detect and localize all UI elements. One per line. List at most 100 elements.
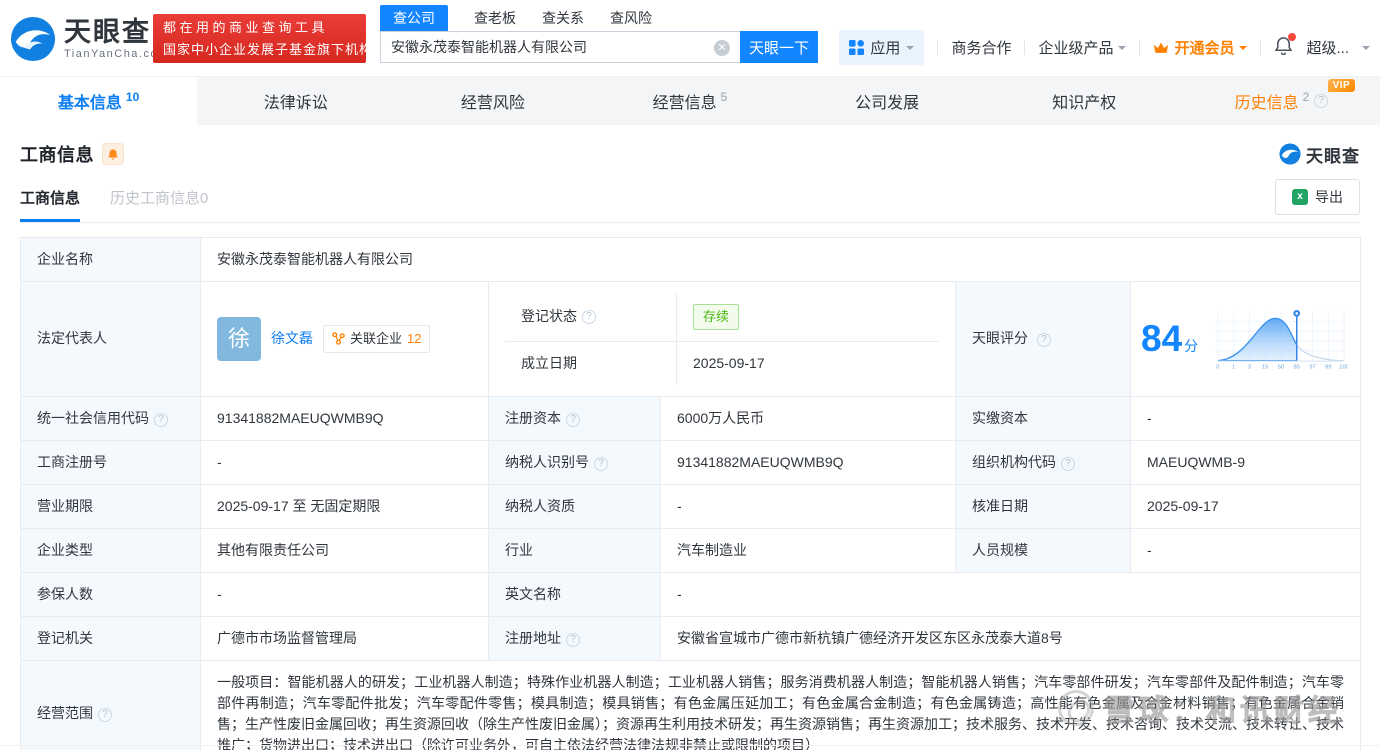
help-icon[interactable]: ? xyxy=(1061,456,1075,471)
top-header: 天眼查 TianYanCha.com 都在用的商业查询工具 国家中小企业发展子基… xyxy=(0,0,1380,76)
credit-code-label-cell: 统一社会信用代码? xyxy=(20,395,201,441)
subtab-history-registration[interactable]: 历史工商信息0 xyxy=(110,181,208,222)
nav-open-vip[interactable]: 开通会员 xyxy=(1153,37,1248,58)
help-icon[interactable]: ? xyxy=(582,309,596,324)
credit-code-label: 统一社会信用代码 xyxy=(37,409,149,426)
crown-icon xyxy=(1154,42,1169,53)
company-type-value: 其他有限责任公司 xyxy=(200,527,489,573)
help-icon[interactable]: ? xyxy=(1036,333,1051,348)
legal-rep-avatar[interactable]: 徐 xyxy=(217,316,261,361)
taxpayer-quality-value: - xyxy=(660,483,956,529)
apps-grid-icon xyxy=(849,40,865,55)
help-icon[interactable]: ? xyxy=(1314,94,1329,108)
table-row: 统一社会信用代码? 91341882MAEUQWMB9Q 注册资本? 6000万… xyxy=(20,395,1362,441)
reg-number-label: 工商注册号 xyxy=(20,439,201,485)
industry-value: 汽车制造业 xyxy=(660,527,956,573)
org-code-label: 组织机构代码 xyxy=(972,453,1056,470)
svg-text:85: 85 xyxy=(1294,364,1300,370)
divider xyxy=(937,40,939,55)
notifications-bell-icon[interactable] xyxy=(1274,33,1297,59)
reg-authority-label: 登记机关 xyxy=(20,615,201,661)
business-scope-label: 经营范围 xyxy=(37,705,93,721)
establish-date-label-cell: 成立日期 xyxy=(505,341,677,385)
staff-size-value: - xyxy=(1129,527,1362,573)
divider xyxy=(1260,40,1262,55)
org-code-value: MAEUQWMB-9 xyxy=(1129,439,1362,485)
apps-label: 应用 xyxy=(870,40,901,57)
reg-status-label-cell: 登记状态 ? xyxy=(505,293,677,342)
subscribe-bell-icon[interactable] xyxy=(102,143,124,165)
credit-code-value: 91341882MAEUQWMB9Q xyxy=(200,395,489,441)
reg-address-value: 安徽省宣城市广德市新杭镇广德经济开发区东区永茂泰大道8号 xyxy=(659,615,1362,661)
search-tab-relation[interactable]: 查关系 xyxy=(542,8,584,31)
site-logo[interactable]: 天眼查 TianYanCha.com xyxy=(10,16,169,62)
svg-text:3: 3 xyxy=(1248,364,1251,370)
reg-address-label: 注册地址 xyxy=(505,629,561,646)
establish-date-value-cell: 2025-09-17 xyxy=(677,342,939,385)
score-label-cell: 天眼评分 ? xyxy=(955,281,1131,397)
taxpayer-quality-label: 纳税人资质 xyxy=(488,483,661,529)
search-tab-risk[interactable]: 查风险 xyxy=(610,8,652,31)
search-button[interactable]: 天眼一下 xyxy=(740,31,818,63)
table-row: 参保人数 - 英文名称 - xyxy=(20,571,1362,617)
search-tab-boss[interactable]: 查老板 xyxy=(474,8,516,31)
svg-text:15: 15 xyxy=(1262,364,1268,370)
tab-basic-info[interactable]: 基本信息 10 xyxy=(0,77,198,125)
approval-date-value: 2025-09-17 xyxy=(1129,483,1362,529)
table-row: 法定代表人 徐 徐文磊 关联企业 12 登记状态 ? 存续 成立日期 2025-… xyxy=(20,281,1362,397)
legal-rep-name-link[interactable]: 徐文磊 xyxy=(271,328,313,349)
subtabs-row: 工商信息 历史工商信息0 x 导出 xyxy=(20,179,1360,223)
chevron-down-icon xyxy=(1118,45,1127,54)
status-badge: 存续 xyxy=(693,304,740,330)
related-companies-badge[interactable]: 关联企业 12 xyxy=(323,325,431,353)
help-icon[interactable]: ? xyxy=(594,456,608,471)
taxpayer-id-value: 91341882MAEUQWMB9Q xyxy=(660,439,956,485)
tab-history-info[interactable]: VIP 历史信息 2 ? xyxy=(1183,77,1380,125)
tab-legal-proceedings[interactable]: 法律诉讼 xyxy=(197,77,394,125)
tab-label: 公司发展 xyxy=(855,95,920,112)
chevron-down-icon xyxy=(1362,45,1370,54)
reg-capital-label: 注册资本 xyxy=(505,409,561,426)
table-row: 营业期限 2025-09-17 至 无固定期限 纳税人资质 - 核准日期 202… xyxy=(20,483,1362,529)
export-button[interactable]: x 导出 xyxy=(1275,179,1360,215)
network-icon xyxy=(332,332,345,345)
subtab-business-registration[interactable]: 工商信息 xyxy=(20,181,81,222)
corner-logo-text: 天眼查 xyxy=(1306,146,1360,166)
search-tab-company[interactable]: 查公司 xyxy=(380,5,448,31)
help-icon[interactable]: ? xyxy=(566,632,580,647)
tianyancha-swirl-icon xyxy=(1279,143,1301,165)
tab-label: 基本信息 xyxy=(57,95,122,112)
business-scope-label-cell: 经营范围? xyxy=(20,659,201,750)
banner-line2: 国家中小企业发展子基金旗下机构 xyxy=(163,41,374,57)
nav-enterprise-products[interactable]: 企业级产品 xyxy=(1038,37,1127,58)
export-label: 导出 xyxy=(1315,189,1343,205)
apps-menu[interactable]: 应用 xyxy=(839,30,925,65)
svg-text:50: 50 xyxy=(1278,364,1284,370)
excel-icon: x xyxy=(1292,189,1308,205)
help-icon[interactable]: ? xyxy=(98,708,112,722)
search-input[interactable] xyxy=(381,32,740,62)
org-code-label-cell: 组织机构代码? xyxy=(955,439,1131,485)
tab-label: 知识产权 xyxy=(1052,95,1117,112)
reg-number-value: - xyxy=(200,439,489,485)
tab-company-development[interactable]: 公司发展 xyxy=(789,77,986,125)
divider xyxy=(1139,40,1141,55)
taxpayer-id-label: 纳税人识别号 xyxy=(505,453,589,470)
tianyan-score[interactable]: 84 分 0 1 3 15 50 85 97 99 100 xyxy=(1141,307,1350,371)
chevron-down-icon xyxy=(1239,45,1248,54)
help-icon[interactable]: ? xyxy=(154,412,168,427)
tab-intellectual-property[interactable]: 知识产权 xyxy=(986,77,1183,125)
clear-search-icon[interactable]: ✕ xyxy=(714,40,730,56)
user-account[interactable]: 超级... xyxy=(1306,37,1349,58)
corner-watermark-logo: 天眼查 xyxy=(1279,142,1360,167)
tab-operational-risk[interactable]: 经营风险 xyxy=(394,77,591,125)
divider xyxy=(1024,40,1026,55)
legal-rep-label: 法定代表人 xyxy=(20,281,201,397)
tab-count: 10 xyxy=(125,90,140,104)
promo-banner: 都在用的商业查询工具 国家中小企业发展子基金旗下机构 xyxy=(153,14,374,63)
help-icon[interactable]: ? xyxy=(566,412,580,427)
nav-cooperation[interactable]: 商务合作 xyxy=(951,37,1011,58)
svg-text:99: 99 xyxy=(1325,364,1331,370)
tab-business-info[interactable]: 经营信息 5 xyxy=(591,77,788,125)
business-term-label: 营业期限 xyxy=(20,483,201,529)
